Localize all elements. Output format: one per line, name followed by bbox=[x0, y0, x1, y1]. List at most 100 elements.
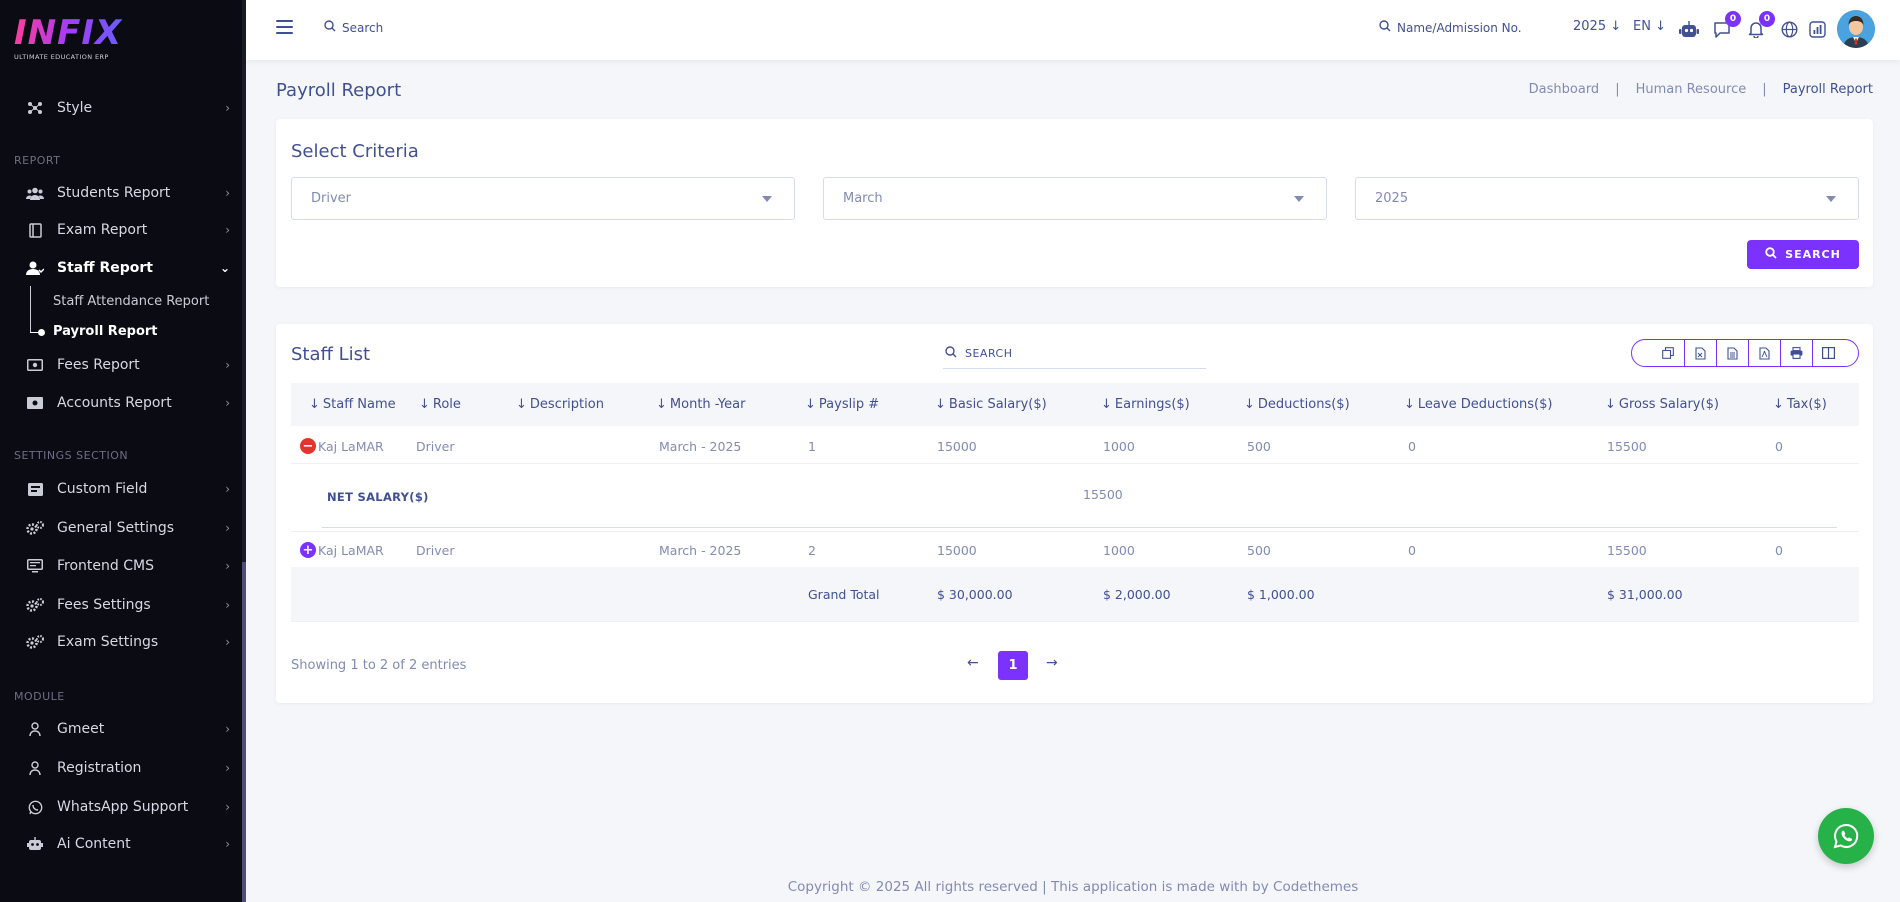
whatsapp-button[interactable] bbox=[1818, 808, 1874, 864]
menu-toggle-icon[interactable] bbox=[276, 20, 293, 34]
chat-badge: 0 bbox=[1725, 11, 1741, 27]
detail-divider bbox=[322, 527, 1837, 528]
arrow-left-icon[interactable]: ← bbox=[967, 655, 979, 671]
staff-list-card bbox=[276, 324, 1873, 703]
globe-icon[interactable] bbox=[1778, 18, 1800, 40]
chevron-right-icon: › bbox=[225, 559, 230, 573]
sidebar-subitem-payroll-report[interactable]: Payroll Report bbox=[53, 324, 158, 339]
role-select[interactable]: Driver bbox=[291, 177, 795, 220]
criteria-title: Select Criteria bbox=[291, 141, 419, 162]
column-header-payslip[interactable]: ↓ Payslip # bbox=[805, 397, 879, 412]
chevron-right-icon: › bbox=[225, 358, 230, 372]
sidebar-item-staff-report[interactable]: Staff Report ⌄ bbox=[24, 256, 230, 280]
columns-icon[interactable] bbox=[1812, 340, 1844, 366]
column-header-staff-name[interactable]: ↓ Staff Name bbox=[309, 397, 396, 412]
sidebar-item-students-report[interactable]: Students Report › bbox=[24, 181, 230, 205]
grand-total-label: Grand Total bbox=[808, 587, 880, 602]
column-header-earnings[interactable]: ↓ Earnings($) bbox=[1101, 397, 1190, 412]
bell-icon[interactable]: 0 bbox=[1745, 11, 1775, 40]
search-button[interactable]: SEARCH bbox=[1747, 240, 1859, 269]
sidebar-item-whatsapp-support[interactable]: WhatsApp Support › bbox=[24, 795, 230, 819]
admission-search[interactable]: Name/Admission No. bbox=[1379, 20, 1522, 35]
column-header-description[interactable]: ↓ Description bbox=[516, 397, 604, 412]
sidebar-item-label: Gmeet bbox=[57, 721, 105, 737]
column-header-gross-salary[interactable]: ↓ Gross Salary($) bbox=[1605, 397, 1719, 412]
chat-icon[interactable]: 0 bbox=[1711, 11, 1741, 40]
language-selector[interactable]: EN ↓ bbox=[1633, 19, 1666, 34]
chart-icon[interactable] bbox=[1806, 18, 1828, 40]
sidebar-item-style[interactable]: Style › bbox=[24, 96, 230, 120]
sidebar-item-frontend-cms[interactable]: Frontend CMS › bbox=[24, 554, 230, 578]
column-header-deductions[interactable]: ↓ Deductions($) bbox=[1244, 397, 1350, 412]
pdf-icon[interactable] bbox=[1748, 340, 1780, 366]
print-icon[interactable] bbox=[1780, 340, 1812, 366]
chevron-right-icon: › bbox=[225, 521, 230, 535]
sidebar-item-label: Style bbox=[57, 100, 93, 116]
chevron-right-icon: › bbox=[225, 186, 230, 200]
sidebar-item-exam-report[interactable]: Exam Report › bbox=[24, 218, 230, 242]
gears-icon bbox=[24, 520, 46, 536]
staff-list-search-input[interactable]: SEARCH bbox=[943, 339, 1206, 369]
breadcrumb-separator: | bbox=[1762, 82, 1767, 97]
robot-icon[interactable] bbox=[1678, 18, 1700, 40]
top-search[interactable]: Search bbox=[324, 20, 383, 35]
arrow-right-icon[interactable]: → bbox=[1046, 655, 1058, 671]
module-icon bbox=[24, 760, 46, 776]
year-selector[interactable]: 2025 ↓ bbox=[1573, 19, 1621, 34]
grand-total-row: Grand Total $ 30,000.00 $ 2,000.00 $ 1,0… bbox=[291, 567, 1859, 621]
column-header-tax[interactable]: ↓ Tax($) bbox=[1773, 397, 1827, 412]
sidebar-item-label: Exam Settings bbox=[57, 634, 159, 650]
sort-arrow-icon: ↓ bbox=[1404, 397, 1415, 412]
column-header-label: Tax($) bbox=[1786, 397, 1827, 412]
sidebar-item-registration[interactable]: Registration › bbox=[24, 756, 230, 780]
table-cell-month-year: March - 2025 bbox=[659, 543, 742, 558]
sidebar-item-gmeet[interactable]: Gmeet › bbox=[24, 717, 230, 741]
chevron-right-icon: › bbox=[225, 396, 230, 410]
year-select[interactable]: 2025 bbox=[1355, 177, 1859, 220]
sidebar-item-label: Students Report bbox=[57, 185, 171, 201]
excel-icon[interactable] bbox=[1684, 340, 1716, 366]
table-cell-tax: 0 bbox=[1775, 439, 1783, 454]
column-header-basic-salary[interactable]: ↓ Basic Salary($) bbox=[935, 397, 1047, 412]
footer-copyright: Copyright © 2025 All rights reserved | T… bbox=[787, 879, 1359, 895]
breadcrumb-human-resource[interactable]: Human Resource bbox=[1636, 82, 1747, 97]
table-cell-staff-name: Kaj LaMAR bbox=[318, 439, 384, 454]
breadcrumb-dashboard[interactable]: Dashboard bbox=[1529, 82, 1600, 97]
avatar[interactable] bbox=[1837, 10, 1875, 48]
sidebar-item-label: Registration bbox=[57, 760, 142, 776]
sidebar-item-fees-settings[interactable]: Fees Settings › bbox=[24, 593, 230, 617]
section-title-report: REPORT bbox=[14, 154, 61, 167]
column-header-leave-deductions[interactable]: ↓ Leave Deductions($) bbox=[1404, 397, 1552, 412]
sidebar-item-accounts-report[interactable]: Accounts Report › bbox=[24, 391, 230, 415]
collapse-row-icon[interactable]: − bbox=[300, 438, 316, 454]
sidebar-item-general-settings[interactable]: General Settings › bbox=[24, 516, 230, 540]
page-number-button[interactable]: 1 bbox=[998, 651, 1028, 680]
sidebar-item-exam-settings[interactable]: Exam Settings › bbox=[24, 630, 230, 654]
column-header-label: Deductions($) bbox=[1257, 397, 1350, 412]
chevron-right-icon: › bbox=[225, 482, 230, 496]
month-select[interactable]: March bbox=[823, 177, 1327, 220]
column-header-month-year[interactable]: ↓ Month -Year bbox=[656, 397, 745, 412]
logo[interactable]: INFIX ULTIMATE EDUCATION ERP bbox=[14, 14, 122, 61]
sort-arrow-icon: ↓ bbox=[656, 397, 667, 412]
month-select-value: March bbox=[843, 191, 883, 206]
sort-arrow-icon: ↓ bbox=[1605, 397, 1616, 412]
sidebar-item-label: Ai Content bbox=[57, 836, 131, 852]
sidebar-item-fees-report[interactable]: Fees Report › bbox=[24, 353, 230, 377]
pagination: 1 bbox=[998, 651, 1028, 680]
expand-row-icon[interactable]: + bbox=[300, 542, 316, 558]
sidebar-item-label: Frontend CMS bbox=[57, 558, 154, 574]
copy-icon[interactable] bbox=[1652, 340, 1684, 366]
arrow-down-icon: ↓ bbox=[1655, 19, 1666, 34]
table-cell-gross-salary: 15500 bbox=[1607, 543, 1647, 558]
sidebar-item-custom-field[interactable]: Custom Field › bbox=[24, 477, 230, 501]
sidebar-scroll-thumb[interactable] bbox=[242, 562, 246, 902]
sidebar-item-ai-content[interactable]: Ai Content › bbox=[24, 832, 230, 856]
column-header-role[interactable]: ↓ Role bbox=[419, 397, 461, 412]
csv-icon[interactable] bbox=[1716, 340, 1748, 366]
logo-text: INFIX bbox=[14, 13, 123, 53]
section-title-settings: SETTINGS SECTION bbox=[14, 449, 129, 462]
table-cell-earnings: 1000 bbox=[1103, 439, 1135, 454]
sidebar-subitem-staff-attendance-report[interactable]: Staff Attendance Report bbox=[53, 294, 209, 309]
net-salary-value: 15500 bbox=[1083, 487, 1123, 502]
